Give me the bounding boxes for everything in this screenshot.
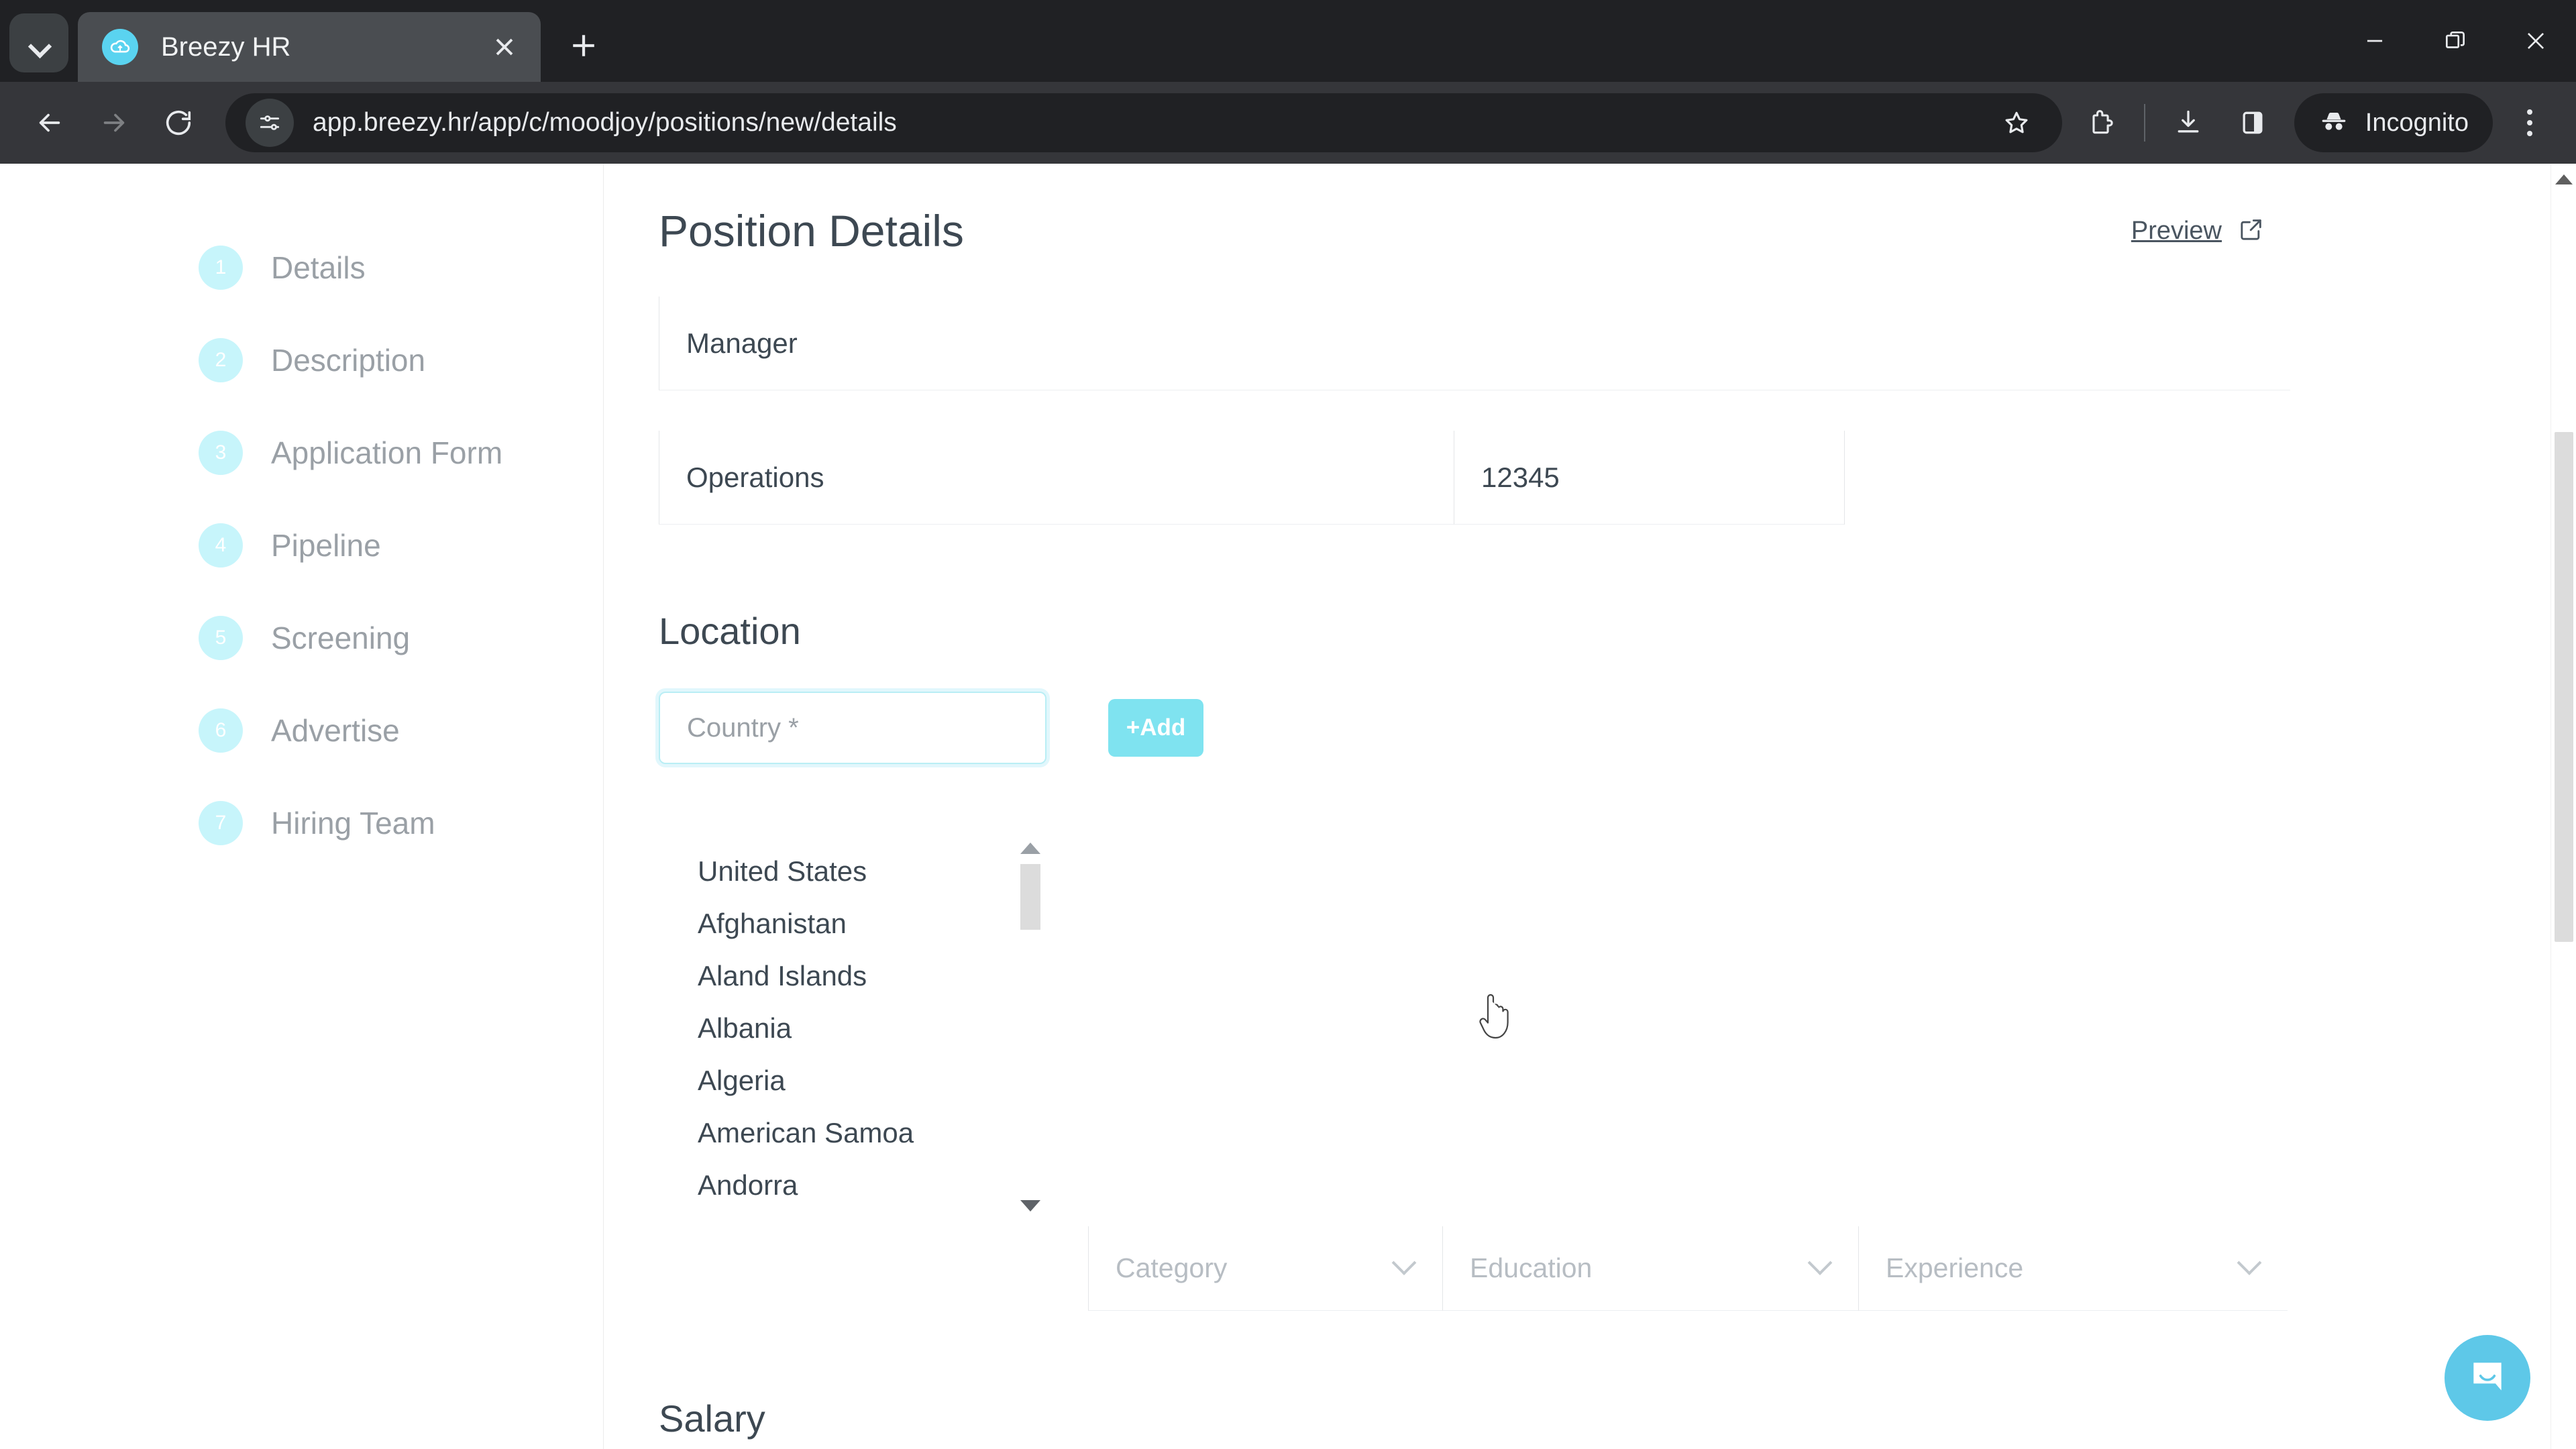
scrollbar-thumb[interactable] (1020, 864, 1040, 930)
sidebar-item-label: Application Form (271, 435, 503, 470)
education-select-label: Education (1470, 1252, 1593, 1283)
sidebar-item-hiring-team[interactable]: 7 Hiring Team (199, 777, 603, 869)
list-item[interactable]: Aland Islands (659, 950, 1046, 1002)
department-code-row: Operations 12345 (659, 431, 2302, 525)
sidebar-item-pipeline[interactable]: 4 Pipeline (199, 499, 603, 592)
sidebar-item-label: Details (271, 250, 366, 285)
scroll-up-arrow-icon[interactable] (2555, 174, 2573, 184)
incognito-icon (2318, 106, 2349, 140)
new-tab-button[interactable] (555, 17, 612, 74)
step-badge: 7 (199, 801, 243, 845)
step-badge: 2 (199, 338, 243, 382)
job-attributes-row: Category Education Experience (1088, 1226, 2296, 1311)
forward-button[interactable] (82, 91, 146, 155)
intercom-launcher-button[interactable] (2445, 1335, 2530, 1421)
address-bar[interactable]: app.breezy.hr/app/c/moodjoy/positions/ne… (225, 93, 2062, 152)
position-details-form: Position Details Preview Manager Operati… (604, 164, 2576, 1449)
puzzle-icon[interactable] (2069, 91, 2133, 155)
extra-field[interactable] (1844, 431, 2290, 525)
side-panel-icon[interactable] (2220, 91, 2285, 155)
sidebar-item-screening[interactable]: 5 Screening (199, 592, 603, 684)
sidebar-item-label: Screening (271, 621, 411, 655)
chevron-down-icon (30, 38, 48, 48)
mouse-cursor-pointer (1477, 994, 1514, 1041)
chevron-down-icon (1391, 1250, 1417, 1275)
url-text: app.breezy.hr/app/c/moodjoy/positions/ne… (313, 108, 897, 137)
preview-label: Preview (2131, 216, 2222, 245)
position-title-field[interactable]: Manager (659, 297, 2290, 390)
profile-label: Incognito (2365, 108, 2469, 137)
list-item[interactable]: Angola (659, 1212, 1046, 1218)
category-select-label: Category (1116, 1252, 1228, 1283)
list-item[interactable]: American Samoa (659, 1107, 1046, 1159)
scrollbar-thumb[interactable] (2555, 432, 2573, 942)
external-link-icon (2238, 216, 2265, 246)
step-badge: 5 (199, 616, 243, 660)
restore-icon[interactable] (2415, 0, 2496, 82)
dropdown-scrollbar[interactable] (1018, 843, 1042, 1214)
list-item[interactable]: Afghanistan (659, 898, 1046, 950)
position-code-field[interactable]: 12345 (1454, 431, 1844, 525)
list-item[interactable]: Algeria (659, 1055, 1046, 1107)
browser-tab[interactable]: Breezy HR (78, 12, 541, 82)
step-badge: 1 (199, 246, 243, 290)
close-icon[interactable] (2496, 0, 2576, 82)
profile-incognito-button[interactable]: Incognito (2294, 93, 2493, 152)
page-title: Position Details (659, 206, 964, 256)
location-input-row: Country * +Add (659, 692, 2302, 764)
chevron-down-icon (2237, 1250, 2262, 1275)
country-input[interactable]: Country * (659, 692, 1046, 764)
close-icon[interactable] (484, 27, 525, 67)
sidebar-item-label: Pipeline (271, 528, 381, 563)
list-item[interactable]: Albania (659, 1002, 1046, 1055)
browser-window: Breezy HR app.breezy.hr/app/c/moodjoy/po… (0, 0, 2576, 1449)
step-badge: 6 (199, 708, 243, 753)
step-badge: 4 (199, 523, 243, 568)
location-section-title: Location (659, 610, 801, 652)
step-badge: 3 (199, 431, 243, 475)
page-header: Position Details Preview (659, 164, 2302, 256)
chevron-down-icon (1807, 1250, 1833, 1275)
education-select[interactable]: Education (1442, 1226, 1858, 1311)
page-scrollbar[interactable] (2551, 164, 2576, 1449)
sidebar-item-label: Advertise (271, 713, 400, 748)
browser-toolbar: app.breezy.hr/app/c/moodjoy/positions/ne… (0, 82, 2576, 164)
page-viewport: 1 Details 2 Description 3 Application Fo… (0, 164, 2576, 1449)
department-field[interactable]: Operations (659, 431, 1454, 525)
toolbar-divider (2143, 104, 2145, 142)
sidebar-item-details[interactable]: 1 Details (199, 221, 603, 314)
experience-select[interactable]: Experience (1858, 1226, 2288, 1311)
reload-button[interactable] (146, 91, 211, 155)
window-controls (2334, 0, 2576, 82)
chat-bubble-icon (2467, 1356, 2508, 1401)
position-steps-sidebar: 1 Details 2 Description 3 Application Fo… (0, 164, 604, 1449)
list-item[interactable]: Andorra (659, 1159, 1046, 1212)
back-button[interactable] (17, 91, 82, 155)
download-icon[interactable] (2156, 91, 2220, 155)
sidebar-item-advertise[interactable]: 6 Advertise (199, 684, 603, 777)
scroll-up-arrow-icon[interactable] (1020, 843, 1040, 854)
add-location-button[interactable]: +Add (1108, 699, 1203, 757)
tune-icon[interactable] (246, 99, 294, 147)
breezy-cloud-icon (102, 29, 138, 65)
sidebar-item-description[interactable]: 2 Description (199, 314, 603, 407)
position-title-row: Manager (659, 297, 2302, 390)
scroll-down-arrow-icon[interactable] (1020, 1200, 1040, 1212)
sidebar-item-label: Hiring Team (271, 806, 435, 841)
sidebar-item-application-form[interactable]: 3 Application Form (199, 407, 603, 499)
three-dot-menu-icon[interactable] (2501, 91, 2559, 155)
minimize-icon[interactable] (2334, 0, 2415, 82)
star-icon[interactable] (1991, 97, 2042, 148)
experience-select-label: Experience (1886, 1252, 2024, 1283)
sidebar-item-label: Description (271, 343, 426, 378)
category-select[interactable]: Category (1088, 1226, 1442, 1311)
tab-search-button[interactable] (9, 13, 68, 72)
tab-title: Breezy HR (161, 32, 291, 62)
tab-strip: Breezy HR (0, 0, 2576, 82)
preview-link[interactable]: Preview (2131, 216, 2265, 246)
country-dropdown[interactable]: United States Afghanistan Aland Islands … (659, 836, 1046, 1218)
salary-section-title: Salary (659, 1397, 765, 1440)
list-item[interactable]: United States (659, 845, 1046, 898)
